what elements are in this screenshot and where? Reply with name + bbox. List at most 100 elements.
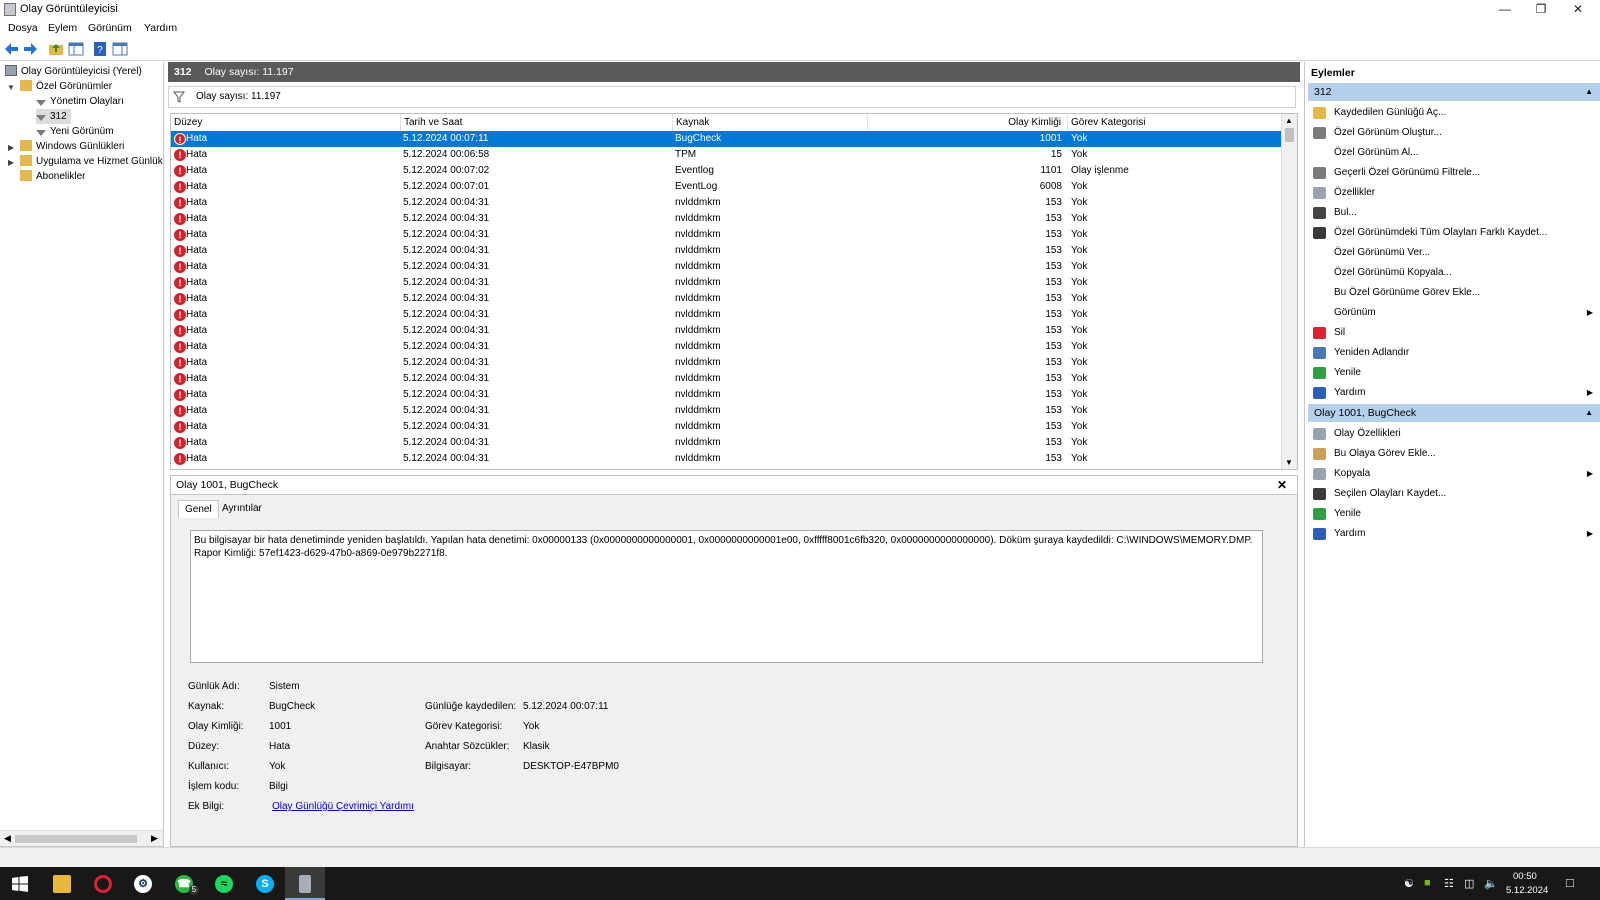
help-icon[interactable]: ? <box>92 41 108 57</box>
tray-app-icon[interactable]: ☯ <box>1404 877 1414 890</box>
table-row[interactable]: ! Hata 5.12.2024 00:07:11 BugCheck 1001 Yok <box>171 131 1283 147</box>
menu-view[interactable]: Görünüm <box>88 22 132 34</box>
table-row[interactable]: ! Hata 5.12.2024 00:04:31 nvlddmkm 153 Yok <box>171 403 1283 419</box>
table-row[interactable]: ! Hata 5.12.2024 00:04:31 nvlddmkm 153 Yok <box>171 451 1283 467</box>
table-row[interactable]: ! Hata 5.12.2024 00:06:58 TPM 15 Yok <box>171 147 1283 163</box>
action-item[interactable]: Özel Görünümü Kopyala... <box>1308 263 1600 283</box>
table-row[interactable]: ! Hata 5.12.2024 00:04:31 nvlddmkm 153 Yok <box>171 259 1283 275</box>
scroll-down-icon[interactable]: ▼ <box>1285 458 1293 467</box>
scroll-up-icon[interactable]: ▲ <box>1285 116 1293 125</box>
scrollbar-thumb[interactable] <box>15 835 137 843</box>
table-row[interactable]: ! Hata 5.12.2024 00:04:31 nvlddmkm 153 Yok <box>171 275 1283 291</box>
action-item[interactable]: Yenile <box>1308 504 1600 524</box>
event-list-scrollbar[interactable]: ▲ ▼ <box>1281 114 1297 469</box>
tree-horizontal-scrollbar[interactable]: ◀ ▶ <box>0 830 163 846</box>
actions-section-312[interactable]: 312 ▲ <box>1308 83 1600 101</box>
action-item[interactable]: Olay Özellikleri <box>1308 424 1600 444</box>
tree-item-312[interactable]: 312 <box>36 109 71 124</box>
minimize-button[interactable]: — <box>1487 0 1523 19</box>
action-item[interactable]: Özel Görünümdeki Tüm Olayları Farklı Kay… <box>1308 223 1600 243</box>
action-item[interactable]: Yardım ▶ <box>1308 524 1600 544</box>
table-row[interactable]: ! Hata 5.12.2024 00:04:31 nvlddmkm 153 Yok <box>171 291 1283 307</box>
back-icon[interactable] <box>4 41 20 57</box>
notifications-icon[interactable]: □ <box>1566 875 1574 890</box>
network-icon[interactable]: ◫ <box>1464 877 1474 890</box>
column-header-event-id[interactable]: Olay Kimliği <box>868 114 1068 131</box>
action-item[interactable]: Kaydedilen Günlüğü Aç... <box>1308 103 1600 123</box>
scrollbar-thumb[interactable] <box>1285 128 1294 142</box>
show-hide-tree-icon[interactable] <box>68 41 84 57</box>
tree-item-root[interactable]: Olay Görüntüleyicisi (Yerel) <box>5 64 142 79</box>
menu-file[interactable]: Dosya <box>8 22 38 34</box>
collapse-caret-icon[interactable]: ▲ <box>1585 83 1593 101</box>
taskbar-opera[interactable] <box>82 867 122 900</box>
clock-time[interactable]: 00:50 <box>1513 871 1537 882</box>
forward-icon[interactable] <box>22 41 38 57</box>
tree-item-custom-views[interactable]: Özel Görünümler <box>20 79 112 94</box>
column-header-source[interactable]: Kaynak <box>673 114 868 131</box>
action-item[interactable]: Yardım ▶ <box>1308 383 1600 403</box>
table-row[interactable]: ! Hata 5.12.2024 00:04:31 nvlddmkm 153 Yok <box>171 419 1283 435</box>
action-item[interactable]: Yenile <box>1308 363 1600 383</box>
tab-details[interactable]: Ayrıntılar <box>216 500 268 518</box>
scroll-right-icon[interactable]: ▶ <box>151 833 158 844</box>
table-row[interactable]: ! Hata 5.12.2024 00:04:31 nvlddmkm 153 Yok <box>171 243 1283 259</box>
action-item[interactable]: Sil <box>1308 323 1600 343</box>
taskbar-skype[interactable]: S <box>244 867 284 900</box>
column-header-level[interactable]: Düzey <box>171 114 401 131</box>
table-row[interactable]: ! Hata 5.12.2024 00:04:31 nvlddmkm 153 Yok <box>171 355 1283 371</box>
tree-item-subscriptions[interactable]: Abonelikler <box>20 169 85 184</box>
action-item[interactable]: Geçerli Özel Görünümü Filtrele... <box>1308 163 1600 183</box>
table-row[interactable]: ! Hata 5.12.2024 00:04:31 nvlddmkm 153 Yok <box>171 227 1283 243</box>
volume-icon[interactable]: 🔈 <box>1484 877 1498 890</box>
menu-help[interactable]: Yardım <box>144 22 177 34</box>
folder-up-icon[interactable] <box>48 41 64 57</box>
taskbar-spotify[interactable]: ≈ <box>203 867 243 900</box>
expand-arrow-icon[interactable]: ▶ <box>8 158 14 167</box>
action-item[interactable]: Özel Görünüm Oluştur... <box>1308 123 1600 143</box>
action-item[interactable]: Bul... <box>1308 203 1600 223</box>
table-row[interactable]: ! Hata 5.12.2024 00:04:31 nvlddmkm 153 Yok <box>171 211 1283 227</box>
tree-item-windows-logs[interactable]: Windows Günlükleri <box>20 139 124 154</box>
taskbar-event-viewer[interactable] <box>285 867 325 900</box>
table-row[interactable]: ! Hata 5.12.2024 00:04:31 nvlddmkm 153 Yok <box>171 323 1283 339</box>
collapse-caret-icon[interactable]: ▲ <box>1585 404 1593 422</box>
close-button[interactable]: ✕ <box>1560 0 1596 19</box>
action-item[interactable]: Bu Özel Görünüme Görev Ekle... <box>1308 283 1600 303</box>
action-item[interactable]: Özel Görünüm Al... <box>1308 143 1600 163</box>
scroll-left-icon[interactable]: ◀ <box>4 833 11 844</box>
online-help-link[interactable]: Olay Günlüğü Çevrimiçi Yardımı <box>272 801 414 812</box>
expand-arrow-icon[interactable]: ▶ <box>8 143 14 152</box>
tab-general[interactable]: Genel <box>178 500 219 518</box>
menu-action[interactable]: Eylem <box>48 22 77 34</box>
table-row[interactable]: ! Hata 5.12.2024 00:04:31 nvlddmkm 153 Yok <box>171 387 1283 403</box>
actions-section-event[interactable]: Olay 1001, BugCheck ▲ <box>1308 404 1600 422</box>
action-item[interactable]: Seçilen Olayları Kaydet... <box>1308 484 1600 504</box>
tree-item-new-view[interactable]: Yeni Görünüm <box>36 124 114 139</box>
event-description[interactable]: Bu bilgisayar bir hata denetiminde yenid… <box>190 530 1263 663</box>
table-row[interactable]: ! Hata 5.12.2024 00:04:31 nvlddmkm 153 Yok <box>171 339 1283 355</box>
action-item[interactable]: Yeniden Adlandır <box>1308 343 1600 363</box>
table-row[interactable]: ! Hata 5.12.2024 00:04:31 nvlddmkm 153 Yok <box>171 307 1283 323</box>
taskbar-whatsapp[interactable]: ☎ 5 <box>163 867 203 900</box>
table-row[interactable]: ! Hata 5.12.2024 00:04:31 nvlddmkm 153 Yok <box>171 195 1283 211</box>
column-header-datetime[interactable]: Tarih ve Saat <box>401 114 673 131</box>
tree-item-app-service-logs[interactable]: Uygulama ve Hizmet Günlük <box>20 154 163 169</box>
table-row[interactable]: ! Hata 5.12.2024 00:07:02 Eventlog 1101 Olay … <box>171 163 1283 179</box>
table-row[interactable]: ! Hata 5.12.2024 00:04:31 nvlddmkm 153 Yok <box>171 371 1283 387</box>
taskbar-steam[interactable]: ⚙ <box>122 867 162 900</box>
usb-tray-icon[interactable]: ☷ <box>1444 877 1454 890</box>
nvidia-tray-icon[interactable]: ■ <box>1424 877 1431 889</box>
close-details-icon[interactable]: ✕ <box>1277 476 1287 494</box>
action-item[interactable]: Görünüm ▶ <box>1308 303 1600 323</box>
properties-pane-icon[interactable] <box>112 41 128 57</box>
action-item[interactable]: Özel Görünümü Ver... <box>1308 243 1600 263</box>
taskbar-file-explorer[interactable] <box>41 867 81 900</box>
action-item[interactable]: Özellikler <box>1308 183 1600 203</box>
collapse-arrow-icon[interactable]: ▼ <box>7 83 15 92</box>
tree-item-admin-events[interactable]: Yönetim Olayları <box>36 94 124 109</box>
action-item[interactable]: Kopyala ▶ <box>1308 464 1600 484</box>
column-header-task-category[interactable]: Görev Kategorisi <box>1068 114 1283 131</box>
table-row[interactable]: ! Hata 5.12.2024 00:07:01 EventLog 6008 Yok <box>171 179 1283 195</box>
start-button[interactable] <box>0 867 40 900</box>
